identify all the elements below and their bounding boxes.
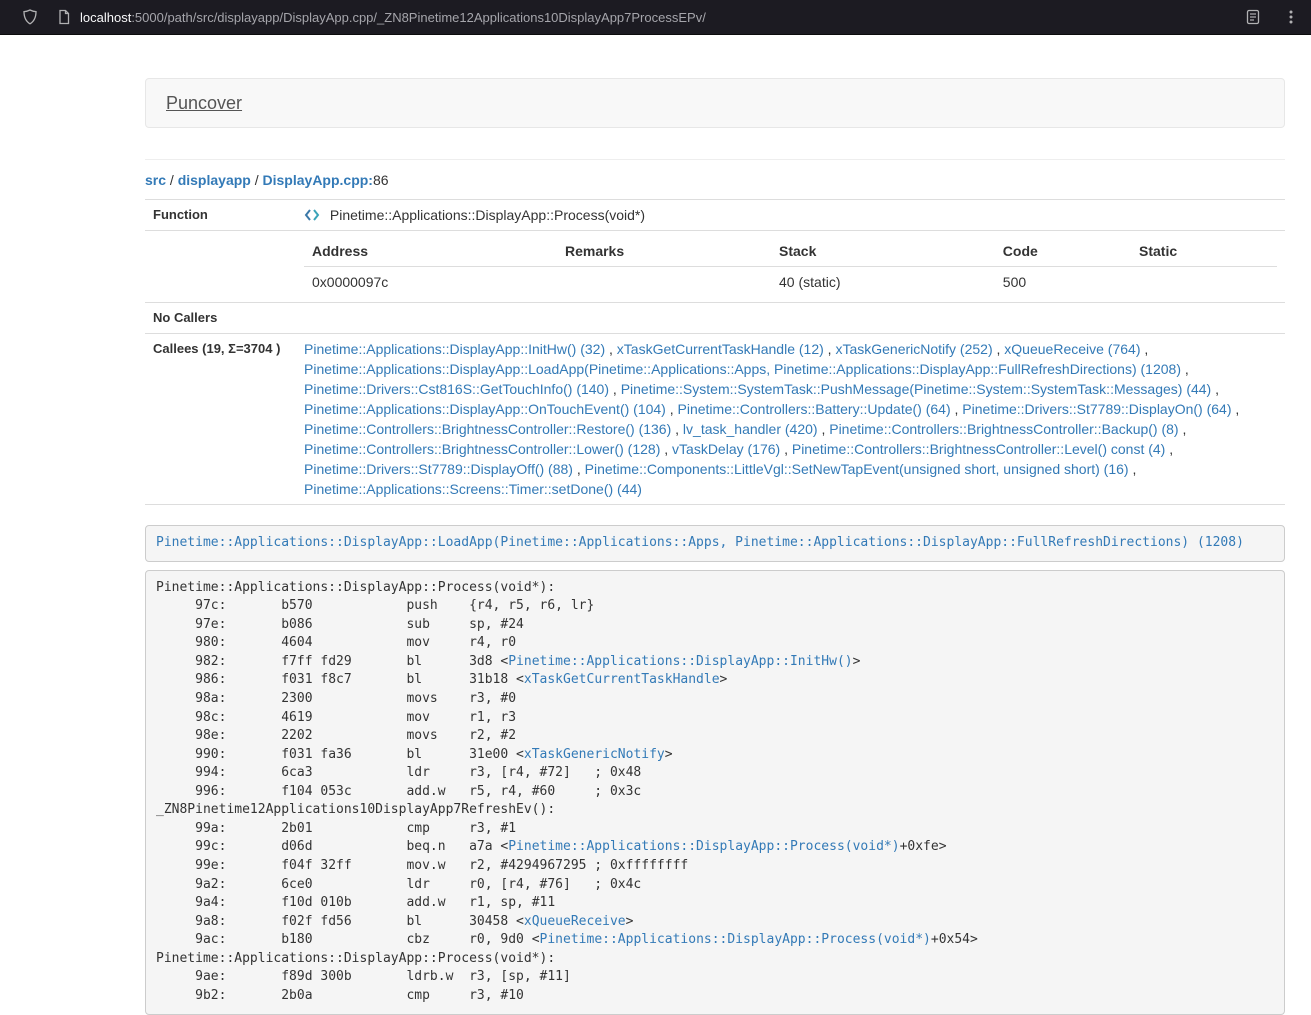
column-address: Address	[304, 236, 557, 267]
kebab-menu-icon[interactable]	[1283, 9, 1299, 25]
breadcrumb-separator: /	[255, 172, 259, 188]
breadcrumb-line-number: 86	[373, 172, 389, 188]
callee-link[interactable]: xTaskGenericNotify (252)	[835, 341, 992, 357]
column-code: Code	[995, 236, 1131, 267]
no-callers-label: No Callers	[145, 303, 296, 334]
symbol-link[interactable]: Pinetime::Applications::DisplayApp::Proc…	[540, 932, 931, 947]
breadcrumb-file[interactable]: DisplayApp.cpp:	[263, 172, 373, 188]
callees-list: Pinetime::Applications::DisplayApp::Init…	[296, 334, 1285, 505]
callee-link[interactable]: Pinetime::Controllers::BrightnessControl…	[304, 441, 660, 457]
function-name: Pinetime::Applications::DisplayApp::Proc…	[330, 207, 645, 223]
details-row-label	[145, 231, 296, 303]
callee-link[interactable]: Pinetime::Controllers::BrightnessControl…	[304, 421, 671, 437]
details-row: Address Remarks Stack Code Static 0x0000…	[145, 231, 1285, 303]
stack-cell: 40 (static)	[771, 267, 995, 298]
callee-link[interactable]: Pinetime::Drivers::St7789::DisplayOn() (…	[962, 401, 1231, 417]
url-bar[interactable]: localhost:5000/path/src/displayapp/Displ…	[80, 10, 706, 25]
details-cell: Address Remarks Stack Code Static 0x0000…	[296, 231, 1285, 303]
callees-row: Callees (19, Σ=3704 ) Pinetime::Applicat…	[145, 334, 1285, 505]
callee-snippet-box: Pinetime::Applications::DisplayApp::Load…	[145, 525, 1285, 562]
callee-link[interactable]: lv_task_handler (420)	[683, 421, 818, 437]
callee-link[interactable]: xQueueReceive (764)	[1004, 341, 1140, 357]
details-data-row: 0x0000097c 40 (static) 500	[304, 267, 1277, 298]
column-static: Static	[1131, 236, 1277, 267]
callee-link[interactable]: Pinetime::Controllers::Battery::Update()…	[678, 401, 951, 417]
divider	[145, 159, 1285, 160]
url-path: :5000/path/src/displayapp/DisplayApp.cpp…	[131, 10, 706, 25]
navbar: Puncover	[145, 78, 1285, 128]
reader-view-icon[interactable]	[1245, 9, 1261, 25]
shield-icon[interactable]	[22, 9, 38, 25]
callee-link[interactable]: Pinetime::Components::LittleVgl::SetNewT…	[585, 461, 1129, 477]
callee-link[interactable]: xTaskGetCurrentTaskHandle (12)	[617, 341, 824, 357]
details-table: Address Remarks Stack Code Static 0x0000…	[304, 236, 1277, 297]
callee-link[interactable]: Pinetime::Drivers::St7789::DisplayOff() …	[304, 461, 573, 477]
remarks-cell	[557, 267, 771, 298]
symbol-link[interactable]: xTaskGetCurrentTaskHandle	[524, 672, 720, 687]
browser-toolbar: localhost:5000/path/src/displayapp/Displ…	[0, 0, 1311, 35]
column-remarks: Remarks	[557, 236, 771, 267]
brand-title[interactable]: Puncover	[166, 93, 242, 114]
url-host: localhost	[80, 10, 131, 25]
symbol-link[interactable]: xQueueReceive	[524, 914, 626, 929]
function-row: Function Pinetime::Applications::Display…	[145, 200, 1285, 231]
snippet-link[interactable]: Pinetime::Applications::DisplayApp::Load…	[156, 535, 1244, 550]
callee-link[interactable]: Pinetime::System::SystemTask::PushMessag…	[621, 381, 1212, 397]
symbol-link[interactable]: Pinetime::Applications::DisplayApp::Proc…	[508, 839, 899, 854]
breadcrumb: src / displayapp / DisplayApp.cpp:86	[145, 170, 1285, 190]
details-header-row: Address Remarks Stack Code Static	[304, 236, 1277, 267]
symbol-link[interactable]: Pinetime::Applications::DisplayApp::Init…	[508, 654, 852, 669]
callee-link[interactable]: Pinetime::Applications::Screens::Timer::…	[304, 481, 642, 497]
function-table: Function Pinetime::Applications::Display…	[145, 199, 1285, 505]
callee-link[interactable]: vTaskDelay (176)	[672, 441, 780, 457]
callee-link[interactable]: Pinetime::Applications::DisplayApp::Init…	[304, 341, 605, 357]
callee-link[interactable]: Pinetime::Applications::DisplayApp::OnTo…	[304, 401, 666, 417]
breadcrumb-displayapp[interactable]: displayapp	[178, 172, 251, 188]
address-cell: 0x0000097c	[304, 267, 557, 298]
page-container: Puncover src / displayapp / DisplayApp.c…	[145, 78, 1285, 1015]
function-cell: Pinetime::Applications::DisplayApp::Proc…	[296, 200, 1285, 231]
callee-link[interactable]: Pinetime::Controllers::BrightnessControl…	[792, 441, 1165, 457]
toolbar-right	[1245, 9, 1299, 25]
callee-link[interactable]: Pinetime::Drivers::Cst816S::GetTouchInfo…	[304, 381, 609, 397]
symbol-link[interactable]: xTaskGenericNotify	[524, 747, 665, 762]
breadcrumb-separator: /	[170, 172, 174, 188]
no-callers-cell	[296, 303, 1285, 334]
function-row-label: Function	[145, 200, 296, 231]
callee-link[interactable]: Pinetime::Applications::DisplayApp::Load…	[304, 361, 1181, 377]
breadcrumb-src[interactable]: src	[145, 172, 166, 188]
page-icon[interactable]	[56, 9, 72, 25]
no-callers-row: No Callers	[145, 303, 1285, 334]
callee-link[interactable]: Pinetime::Controllers::BrightnessControl…	[829, 421, 1178, 437]
static-cell	[1131, 267, 1277, 298]
disassembly: Pinetime::Applications::DisplayApp::Proc…	[145, 570, 1285, 1015]
column-stack: Stack	[771, 236, 995, 267]
callees-label: Callees (19, Σ=3704 )	[145, 334, 296, 505]
function-code-icon	[304, 207, 320, 223]
code-cell: 500	[995, 267, 1131, 298]
